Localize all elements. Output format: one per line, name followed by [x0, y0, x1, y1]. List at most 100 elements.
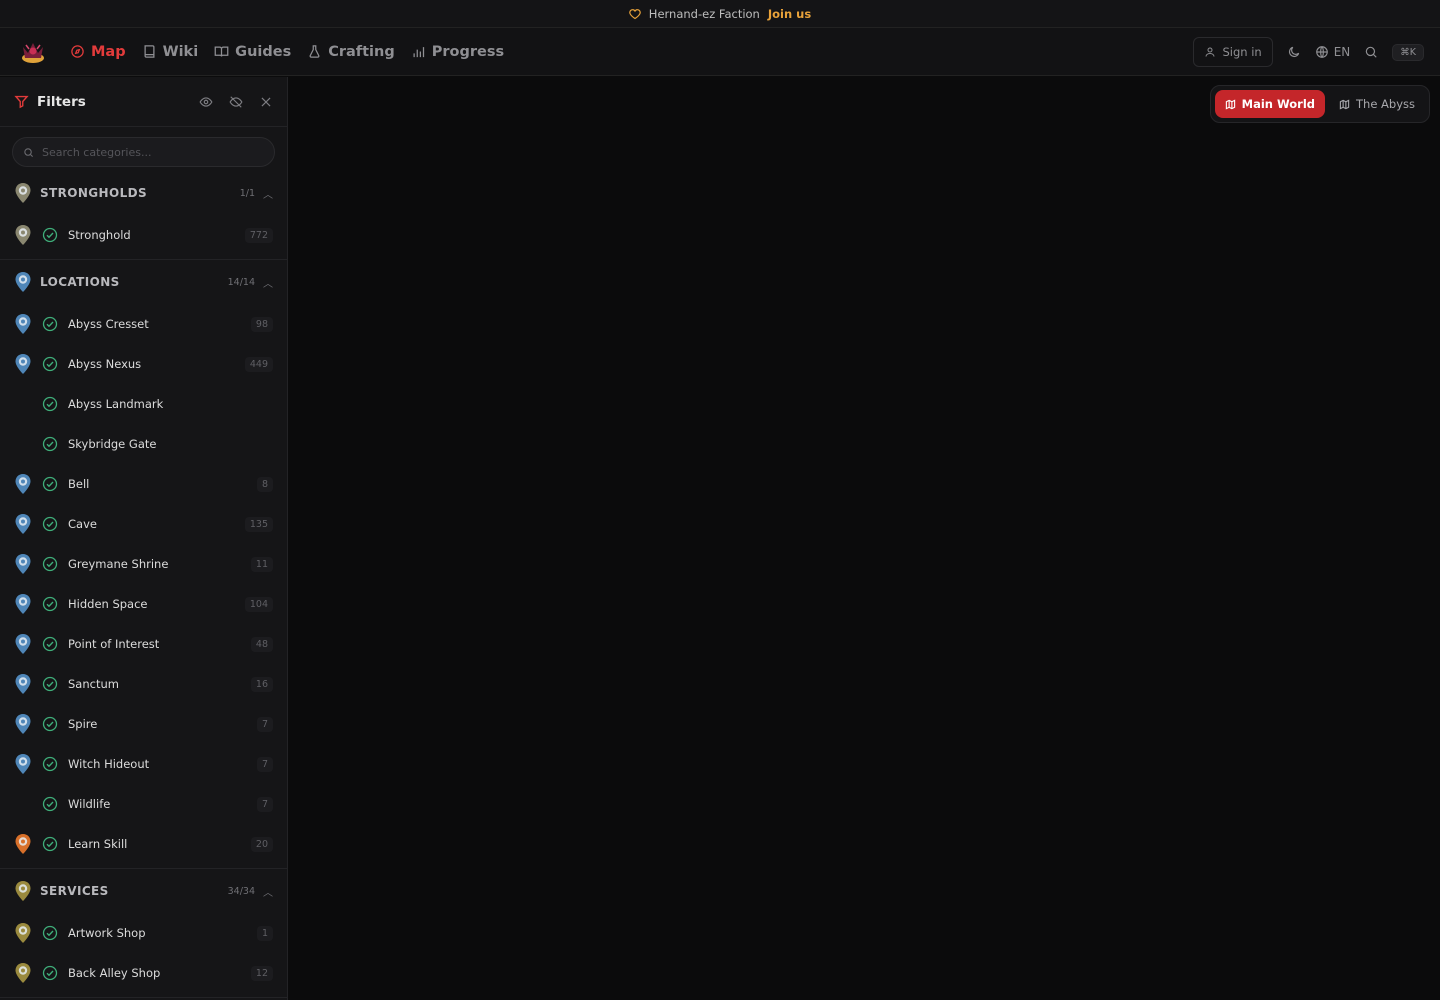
- category-item[interactable]: Abyss Cresset 98: [0, 304, 287, 344]
- group-count: 14/14: [227, 276, 255, 288]
- search-button[interactable]: [1364, 45, 1378, 59]
- category-count: 98: [250, 316, 273, 332]
- nav-label: Map: [91, 43, 126, 60]
- sign-in-button[interactable]: Sign in: [1193, 37, 1273, 67]
- top-navigation: Map Wiki Guides Crafting Progress Sign in EN…: [0, 28, 1440, 76]
- join-us-link[interactable]: Join us: [768, 7, 811, 21]
- category-item[interactable]: Learn Skill 20: [0, 824, 287, 864]
- category-item[interactable]: Bell 8: [0, 464, 287, 504]
- chevron-up-icon[interactable]: ︿: [263, 275, 273, 290]
- map-pin-icon: [15, 881, 31, 901]
- the-abyss-button[interactable]: The Abyss: [1329, 90, 1425, 118]
- check-circle-icon[interactable]: [42, 436, 58, 452]
- category-label: Point of Interest: [68, 637, 160, 651]
- check-circle-icon[interactable]: [42, 396, 58, 412]
- category-item[interactable]: Stronghold 772: [0, 215, 287, 255]
- chevron-up-icon[interactable]: ︿: [263, 884, 273, 899]
- map-pin-icon: [15, 225, 31, 245]
- category-label: Spire: [68, 717, 98, 731]
- check-circle-icon[interactable]: [42, 796, 58, 812]
- show-all-eye-icon[interactable]: [199, 95, 213, 109]
- category-item[interactable]: Wildlife 7: [0, 784, 287, 824]
- category-group-header[interactable]: SERVICES 34/34 ︿: [0, 869, 287, 913]
- main-world-button[interactable]: Main World: [1214, 90, 1325, 118]
- category-item[interactable]: Artwork Shop 1: [0, 913, 287, 953]
- check-circle-icon[interactable]: [42, 227, 58, 243]
- category-search[interactable]: [12, 137, 275, 167]
- category-label: Abyss Cresset: [68, 317, 149, 331]
- nav-crafting[interactable]: Crafting: [307, 44, 395, 60]
- category-count: 449: [244, 356, 273, 372]
- category-item[interactable]: Abyss Landmark: [0, 384, 287, 424]
- nav-label: Progress: [431, 43, 505, 60]
- check-circle-icon[interactable]: [42, 556, 58, 572]
- pin-placeholder: [14, 393, 32, 415]
- check-circle-icon[interactable]: [42, 596, 58, 612]
- flask-icon: [309, 45, 320, 58]
- check-circle-icon[interactable]: [42, 636, 58, 652]
- check-circle-icon[interactable]: [42, 925, 58, 941]
- search-icon: [24, 147, 34, 157]
- check-circle-icon[interactable]: [42, 476, 58, 492]
- category-item[interactable]: Greymane Shrine 11: [0, 544, 287, 584]
- category-count: 12: [250, 965, 273, 981]
- category-item[interactable]: Cave 135: [0, 504, 287, 544]
- category-item[interactable]: Sanctum 16: [0, 664, 287, 704]
- nav-progress[interactable]: Progress: [411, 44, 504, 60]
- category-label: Hidden Space: [68, 597, 148, 611]
- check-circle-icon[interactable]: [42, 676, 58, 692]
- category-item[interactable]: Abyss Nexus 449: [0, 344, 287, 384]
- group-count: 34/34: [227, 885, 255, 897]
- main-world-label: Main World: [1241, 97, 1315, 111]
- map-pin-icon: [15, 554, 31, 574]
- group-title: STRONGHOLDS: [40, 186, 148, 200]
- category-search-input[interactable]: [42, 145, 262, 159]
- category-item[interactable]: Witch Hideout 7: [0, 744, 287, 784]
- check-circle-icon[interactable]: [42, 756, 58, 772]
- category-item[interactable]: Hidden Space 104: [0, 584, 287, 624]
- pin-placeholder: [14, 793, 32, 815]
- world-switcher: Main World The Abyss: [1209, 85, 1430, 123]
- check-circle-icon[interactable]: [42, 516, 58, 532]
- category-item[interactable]: Point of Interest 48: [0, 624, 287, 664]
- announcement-text: Hernand-ez Faction: [648, 6, 760, 21]
- hide-all-eye-off-icon[interactable]: [229, 95, 243, 109]
- close-icon[interactable]: [259, 95, 273, 109]
- category-item[interactable]: Skybridge Gate: [0, 424, 287, 464]
- check-circle-icon[interactable]: [42, 965, 58, 981]
- globe-icon: [1315, 46, 1328, 58]
- map-pin-icon: [15, 594, 31, 614]
- category-count: 48: [250, 636, 273, 652]
- category-group-header[interactable]: LOCATIONS 14/14 ︿: [0, 260, 287, 304]
- open-book-icon: [214, 46, 229, 57]
- check-circle-icon[interactable]: [42, 356, 58, 372]
- nav-wiki[interactable]: Wiki: [142, 44, 198, 60]
- nav-map[interactable]: Map: [70, 44, 126, 60]
- category-count: 104: [244, 596, 273, 612]
- category-label: Greymane Shrine: [68, 557, 169, 571]
- nav-guides[interactable]: Guides: [214, 44, 291, 60]
- user-icon: [1205, 47, 1215, 57]
- filters-title: Filters: [37, 93, 86, 110]
- language-selector[interactable]: EN: [1315, 45, 1350, 59]
- category-item[interactable]: Spire 7: [0, 704, 287, 744]
- map-canvas[interactable]: Main World The Abyss: [289, 77, 1440, 1000]
- compass-icon: [71, 45, 84, 58]
- check-circle-icon[interactable]: [42, 716, 58, 732]
- map-pin-icon: [15, 634, 31, 654]
- category-label: Bell: [68, 477, 90, 491]
- category-group-header[interactable]: STRONGHOLDS 1/1 ︿: [0, 171, 287, 215]
- map-pin-icon: [15, 674, 31, 694]
- announcement-bar: Hernand-ez Faction Join us: [0, 0, 1440, 28]
- category-item[interactable]: Back Alley Shop 12: [0, 953, 287, 993]
- group-count: 1/1: [239, 187, 255, 199]
- category-count: 7: [256, 716, 273, 732]
- check-circle-icon[interactable]: [42, 316, 58, 332]
- chevron-up-icon[interactable]: ︿: [263, 186, 273, 201]
- check-circle-icon[interactable]: [42, 836, 58, 852]
- map-pin-icon: [15, 514, 31, 534]
- map-pin-icon: [15, 474, 31, 494]
- site-logo[interactable]: [18, 37, 48, 67]
- theme-toggle[interactable]: [1287, 45, 1301, 59]
- category-label: Abyss Landmark: [68, 397, 164, 411]
